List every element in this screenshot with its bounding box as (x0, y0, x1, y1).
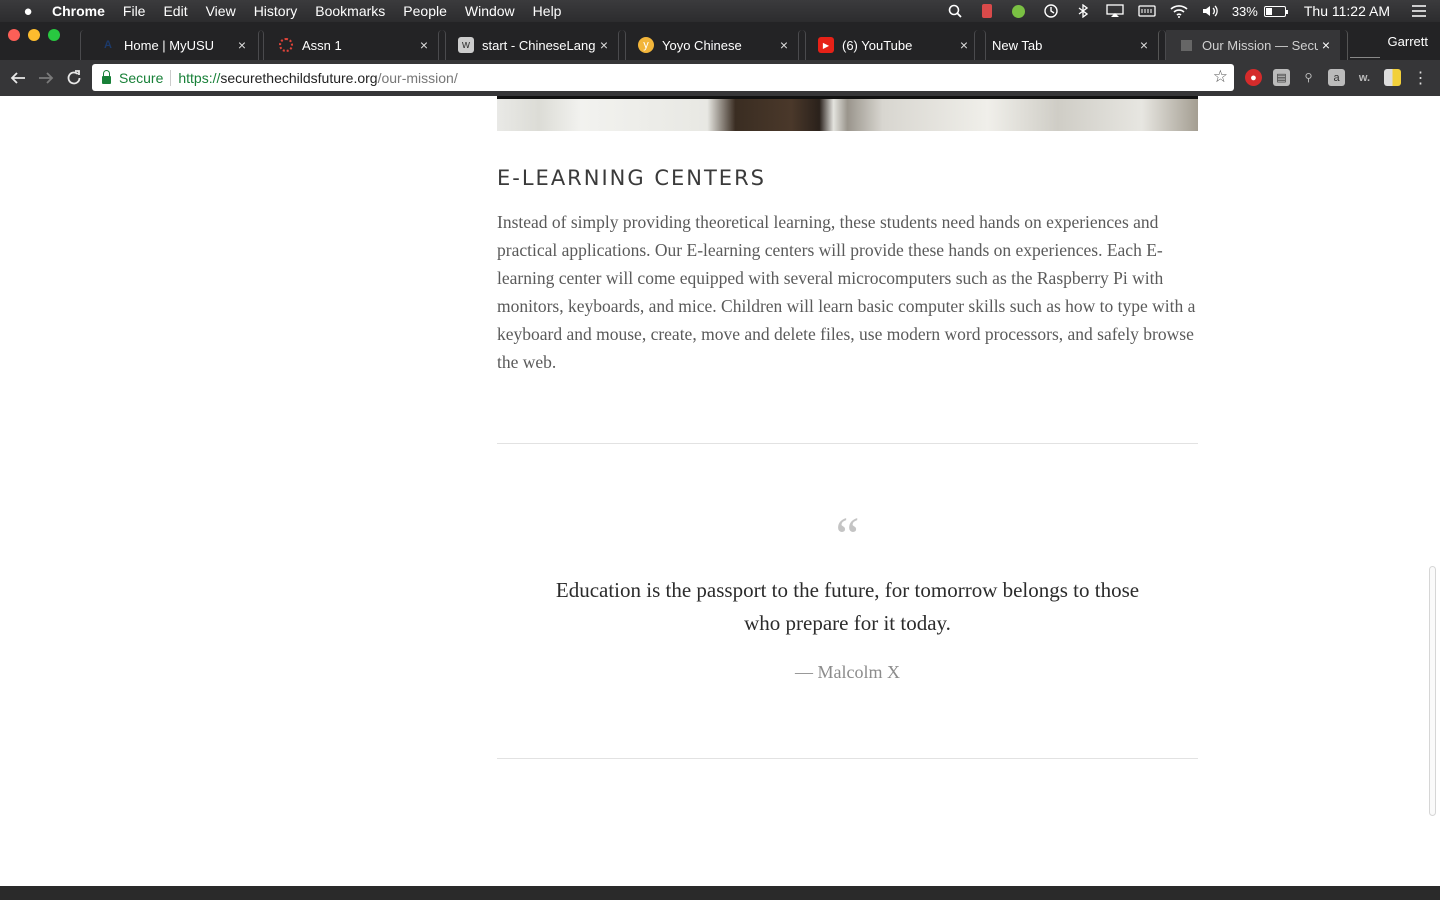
youtube-icon: ▶ (818, 37, 834, 53)
highlighter-extension-icon[interactable] (1384, 69, 1401, 86)
time-machine-icon[interactable] (1040, 3, 1062, 19)
clock[interactable]: Thu 11:22 AM (1304, 3, 1390, 19)
wiki-icon: w (458, 37, 474, 53)
battery-percent: 33% (1231, 3, 1258, 19)
section-divider (497, 443, 1198, 444)
menu-window[interactable]: Window (465, 3, 515, 19)
section-body-text: Instead of simply providing theoretical … (497, 212, 1196, 372)
menu-edit[interactable]: Edit (163, 3, 187, 19)
close-tab-icon[interactable]: × (416, 37, 432, 53)
url-host: securethechildsfuture.org (220, 69, 378, 86)
tab-myusu[interactable]: A Home | MyUSU × (88, 30, 256, 60)
close-tab-icon[interactable]: × (1136, 37, 1152, 53)
tab-title: Home | MyUSU (124, 37, 215, 53)
grammar-extension-icon[interactable]: a (1328, 69, 1345, 86)
close-tab-icon[interactable]: × (776, 37, 792, 53)
evernote-icon[interactable] (1008, 3, 1030, 19)
page-content: E-LEARNING CENTERS Instead of simply pro… (0, 96, 1440, 886)
menu-app-name[interactable]: Chrome (52, 3, 105, 19)
tab-yoyo-chinese[interactable]: y Yoyo Chinese × (626, 30, 798, 60)
close-tab-icon[interactable]: × (956, 37, 972, 53)
keyboard-icon[interactable] (1136, 3, 1158, 19)
tab-youtube[interactable]: ▶ (6) YouTube × (806, 30, 978, 60)
url-path: /our-mission/ (377, 69, 458, 86)
yoyo-icon: y (638, 37, 654, 53)
zoom-window-button[interactable] (48, 29, 60, 41)
wordweb-extension-icon[interactable]: w. (1356, 69, 1373, 86)
menu-history[interactable]: History (254, 3, 298, 19)
section-divider (497, 758, 1198, 759)
tab-our-mission[interactable]: Our Mission — Secure × (1166, 30, 1340, 60)
red-app-icon[interactable] (976, 3, 998, 19)
adblock-extension-icon[interactable]: ● (1245, 69, 1262, 86)
notification-center-icon[interactable] (1408, 3, 1430, 19)
status-area: 33% Thu 11:22 AM (944, 0, 1440, 22)
section-photo (497, 96, 1198, 131)
new-tab-button[interactable] (1350, 40, 1380, 58)
back-button[interactable] (6, 66, 30, 90)
airplay-icon[interactable] (1104, 3, 1126, 19)
bookmark-star-icon[interactable]: ☆ (1213, 67, 1228, 87)
site-footer (0, 886, 1440, 900)
url-text[interactable]: https://securethechildsfuture.org/our-mi… (178, 70, 457, 86)
menu-file[interactable]: File (123, 3, 146, 19)
quote-text: Education is the passport to the future,… (555, 578, 1140, 635)
tab-title: New Tab (992, 37, 1043, 53)
battery-icon[interactable] (1263, 5, 1288, 17)
tab-title: (6) YouTube (842, 37, 913, 53)
tab-title: Assn 1 (302, 37, 342, 53)
macos-menu-bar: ● Chrome File Edit View History Bookmark… (0, 0, 1440, 22)
lock-icon[interactable] (102, 69, 111, 84)
tab-new-tab[interactable]: New Tab × (982, 30, 1158, 60)
spotlight-search-icon[interactable] (944, 3, 966, 19)
apple-menu-icon[interactable]: ● (18, 3, 38, 20)
quote-mark-icon: “ (835, 506, 860, 566)
close-tab-icon[interactable]: × (596, 37, 612, 53)
reload-button[interactable] (62, 66, 86, 90)
tab-strip: A Home | MyUSU × Assn 1 × w start - Chin… (0, 22, 1440, 60)
tab-chineselanguage[interactable]: w start - ChineseLangua × (446, 30, 618, 60)
quote-author: — Malcolm X (795, 662, 900, 682)
volume-icon[interactable] (1200, 3, 1222, 19)
chrome-menu-icon[interactable]: ⋮ (1412, 69, 1429, 87)
bluetooth-icon[interactable] (1072, 3, 1094, 19)
usu-icon: A (104, 39, 112, 51)
close-tab-icon[interactable]: × (1318, 37, 1334, 53)
tab-title: start - ChineseLangua (482, 37, 596, 53)
close-tab-icon[interactable]: × (234, 37, 250, 53)
page-icon (1178, 37, 1194, 53)
forward-button[interactable] (34, 66, 58, 90)
scrollbar-thumb[interactable] (1429, 566, 1436, 816)
profile-button[interactable]: Garrett (1388, 34, 1428, 49)
minimize-window-button[interactable] (28, 29, 40, 41)
tab-title: Our Mission — Secure (1202, 37, 1318, 53)
canvas-icon (278, 37, 294, 53)
search-extension-icon[interactable]: ⚲ (1300, 69, 1317, 86)
menu-bookmarks[interactable]: Bookmarks (315, 3, 385, 19)
tab-title: Yoyo Chinese (662, 37, 742, 53)
tab-assn1[interactable]: Assn 1 × (266, 30, 438, 60)
menu-help[interactable]: Help (533, 3, 562, 19)
secure-label[interactable]: Secure (119, 70, 163, 86)
section-heading: E-LEARNING CENTERS (497, 166, 766, 190)
divider (170, 69, 172, 86)
address-bar[interactable]: Secure https://securethechildsfuture.org… (92, 64, 1234, 91)
chat-extension-icon[interactable]: ▤ (1273, 69, 1290, 86)
url-scheme: https:// (178, 69, 221, 86)
wifi-icon[interactable] (1168, 3, 1190, 19)
menu-people[interactable]: People (403, 3, 447, 19)
menu-view[interactable]: View (206, 3, 236, 19)
browser-toolbar: Secure https://securethechildsfuture.org… (0, 60, 1440, 96)
close-window-button[interactable] (8, 29, 20, 41)
